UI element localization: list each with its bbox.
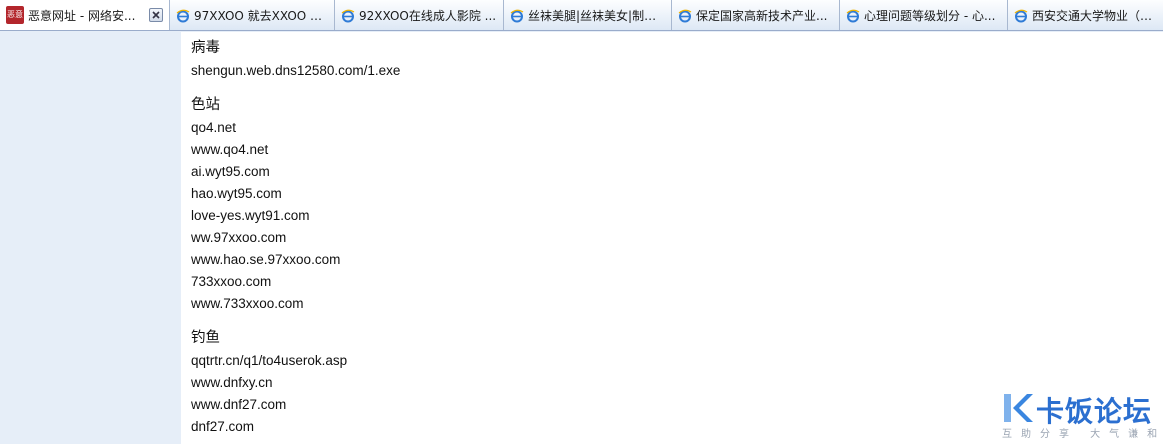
section-heading: 色站 (191, 97, 220, 113)
ie-icon (846, 9, 860, 22)
list-item: 733xxoo.com (191, 274, 272, 289)
ie-icon (1014, 9, 1028, 22)
site-logo-icon: 恶意 (6, 6, 24, 24)
watermark-logo-icon (1004, 394, 1033, 422)
tab-title: 丝袜美腿|丝袜美女|制服... (528, 9, 665, 23)
tab-title: 保定国家高新技术产业... (696, 9, 828, 23)
list-item: ww.97xxoo.com (191, 230, 287, 245)
tab-6[interactable]: 西安交通大学物业（服... (1008, 0, 1163, 30)
tab-strip: 恶意 恶意网址 - 网络安... 97XXOO 就去XXOO 9... 92XX… (0, 0, 1163, 31)
list-item: shengun.web.dns12580.com/1.exe (191, 63, 401, 78)
list-item: hao.wyt95.com (191, 186, 282, 201)
tab-5[interactable]: 心理问题等级划分 - 心... (840, 0, 1008, 30)
tab-3[interactable]: 丝袜美腿|丝袜美女|制服... (504, 0, 672, 30)
list-item: www.hao.se.97xxoo.com (191, 252, 341, 267)
ie-icon (341, 9, 355, 22)
section-heading: 钓鱼 (191, 330, 220, 346)
ie-icon (510, 9, 524, 22)
list-item: qo4.net (191, 120, 237, 135)
tab-title: 97XXOO 就去XXOO 9... (194, 9, 328, 23)
section-virus: 病毒 shengun.web.dns12580.com/1.exe (191, 38, 1163, 82)
close-icon (152, 11, 160, 19)
tab-title: 92XXOO在线成人影院 ... (359, 9, 497, 23)
list-item: love-yes.wyt91.com (191, 208, 310, 223)
tab-4[interactable]: 保定国家高新技术产业... (672, 0, 840, 30)
watermark-title: 卡饭论坛 (1036, 395, 1153, 428)
watermark-slogan: 互助分享 大气谦和 (1002, 429, 1163, 440)
tab-title: 恶意网址 - 网络安... (28, 8, 136, 23)
tab-2[interactable]: 92XXOO在线成人影院 ... (335, 0, 504, 30)
list-item: www.qo4.net (191, 142, 269, 157)
ie-icon (176, 9, 190, 22)
tab-title: 心理问题等级划分 - 心... (864, 9, 996, 23)
list-item: ai.wyt95.com (191, 164, 270, 179)
tab-title: 西安交通大学物业（服... (1032, 9, 1157, 23)
list-item: www.733xxoo.com (191, 296, 304, 311)
tab-0[interactable]: 恶意 恶意网址 - 网络安... (0, 0, 170, 30)
tab-1[interactable]: 97XXOO 就去XXOO 9... (170, 0, 335, 30)
list-item: qqtrtr.cn/q1/to4userok.asp (191, 353, 348, 368)
left-pane (0, 32, 181, 444)
page-content: 病毒 shengun.web.dns12580.com/1.exe 色站 qo4… (181, 32, 1163, 444)
section-heading: 病毒 (191, 40, 220, 56)
ie-icon (678, 9, 692, 22)
forum-watermark: 卡饭论坛 互助分享 大气谦和 (1000, 389, 1160, 444)
close-tab-button[interactable] (149, 8, 163, 22)
section-adult-sites: 色站 qo4.net www.qo4.net ai.wyt95.com hao.… (191, 95, 1163, 315)
